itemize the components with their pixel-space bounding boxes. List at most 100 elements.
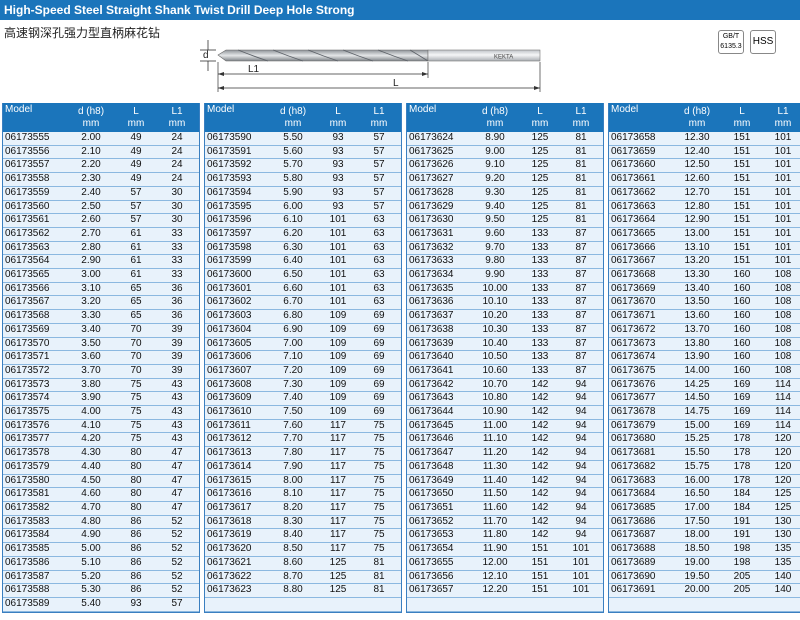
cell-model: 06173637 [407, 309, 469, 324]
cell-l1: 24 [155, 132, 199, 146]
cell-l1: 87 [559, 350, 603, 365]
cell-model: 06173646 [407, 432, 469, 448]
cell-model: 06173558 [3, 172, 65, 187]
table-row: 06173571 3.60 70 39 [3, 350, 199, 365]
cell-l: 61 [117, 268, 155, 283]
cell-l1: 63 [357, 213, 401, 228]
cell-l1: 57 [357, 172, 401, 187]
table-row: 06173663 12.80 151 101 [609, 200, 800, 215]
cell-model: 06173674 [609, 350, 671, 365]
cell-d: 5.00 [65, 542, 117, 557]
table-row: 06173662 12.70 151 101 [609, 186, 800, 201]
cell-model: 06173666 [609, 241, 671, 256]
cell-model: 06173599 [205, 254, 267, 270]
table-row: 06173570 3.50 70 39 [3, 337, 199, 352]
cell-l: 80 [117, 446, 155, 461]
cell-l: 125 [521, 186, 559, 201]
table-row: 06173651 11.60 142 94 [407, 501, 603, 516]
table-row: 06173558 2.30 49 24 [3, 172, 199, 187]
cell-d: 2.90 [65, 254, 117, 270]
table-row [205, 597, 401, 612]
col-header-l: Lmm [723, 103, 761, 132]
cell-l: 80 [117, 501, 155, 516]
cell-l1: 75 [357, 501, 401, 516]
cell-model: 06173585 [3, 542, 65, 557]
cell-l: 117 [319, 432, 357, 448]
cell-d: 7.20 [267, 364, 319, 379]
cell-l: 117 [319, 419, 357, 434]
cell-l: 133 [521, 309, 559, 324]
cell-l: 117 [319, 474, 357, 489]
page-subtitle: 高速钢深孔强力型直柄麻花钻 [4, 26, 161, 40]
table-row: 06173621 8.60 125 81 [205, 556, 401, 571]
cell-model: 06173625 [407, 145, 469, 160]
cell-l: 142 [521, 405, 559, 420]
brand-mark: KEKTA [494, 55, 513, 61]
table-row: 06173564 2.90 61 33 [3, 254, 199, 270]
cell-model: 06173673 [609, 337, 671, 352]
cell-model: 06173669 [609, 282, 671, 297]
table-row: 06173658 12.30 151 101 [609, 132, 800, 146]
cell-d: 6.30 [267, 241, 319, 256]
cell-l: 93 [117, 597, 155, 612]
cell-l: 178 [723, 474, 761, 489]
cell-d: 13.00 [671, 227, 723, 242]
cell-d: 2.30 [65, 172, 117, 187]
cell-l: 75 [117, 419, 155, 434]
cell-l1: 120 [761, 460, 800, 475]
cell-d: 5.80 [267, 172, 319, 187]
cell-l1: 94 [559, 460, 603, 475]
cell-l1: 63 [357, 295, 401, 311]
cell-model: 06173634 [407, 268, 469, 283]
table-row: 06173642 10.70 142 94 [407, 378, 603, 393]
cell-model: 06173680 [609, 432, 671, 448]
cell-l: 61 [117, 254, 155, 270]
cell-l [723, 597, 761, 612]
cell-model: 06173626 [407, 158, 469, 174]
cell-l: 109 [319, 364, 357, 379]
cell-d: 3.80 [65, 378, 117, 393]
table-row: 06173590 5.50 93 57 [205, 132, 401, 146]
table-row: 06173611 7.60 117 75 [205, 419, 401, 434]
cell-model: 06173630 [407, 213, 469, 228]
cell-l: 117 [319, 460, 357, 475]
table-row: 06173684 16.50 184 125 [609, 487, 800, 502]
cell-d: 6.50 [267, 268, 319, 283]
cell-l1: 101 [761, 132, 800, 146]
cell-l1: 33 [155, 241, 199, 256]
cell-model: 06173635 [407, 282, 469, 297]
table-row: 06173654 11.90 151 101 [407, 542, 603, 557]
cell-l1: 114 [761, 378, 800, 393]
cell-l1: 75 [357, 419, 401, 434]
cell-l1: 108 [761, 337, 800, 352]
cell-l1: 75 [357, 487, 401, 502]
cell-model: 06173690 [609, 570, 671, 585]
cell-l1: 33 [155, 227, 199, 242]
cell-l: 70 [117, 350, 155, 365]
cell-d: 8.90 [469, 132, 521, 146]
cell-d: 3.50 [65, 337, 117, 352]
table-row: 06173681 15.50 178 120 [609, 446, 800, 461]
cell-l: 125 [521, 213, 559, 228]
cell-l1: 81 [357, 570, 401, 585]
cell-model: 06173583 [3, 515, 65, 530]
cell-l: 117 [319, 515, 357, 530]
table-row: 06173606 7.10 109 69 [205, 350, 401, 365]
table-row: 06173650 11.50 142 94 [407, 487, 603, 502]
cell-model: 06173663 [609, 200, 671, 215]
table-row: 06173677 14.50 169 114 [609, 391, 800, 407]
col-header-d: d (h8) mm [65, 103, 117, 132]
cell-l1: 43 [155, 405, 199, 420]
page-title: High-Speed Steel Straight Shank Twist Dr… [0, 0, 800, 20]
col-header-d: d (h8) mm [267, 103, 319, 132]
table-row: 06173613 7.80 117 75 [205, 446, 401, 461]
table-row: 06173584 4.90 86 52 [3, 528, 199, 544]
cell-l1: 47 [155, 487, 199, 502]
cell-model: 06173580 [3, 474, 65, 489]
cell-model: 06173573 [3, 378, 65, 393]
cell-d: 8.70 [267, 570, 319, 585]
cell-l: 109 [319, 378, 357, 393]
cell-l1: 87 [559, 268, 603, 283]
cell-l1: 125 [761, 501, 800, 516]
cell-l: 133 [521, 227, 559, 242]
